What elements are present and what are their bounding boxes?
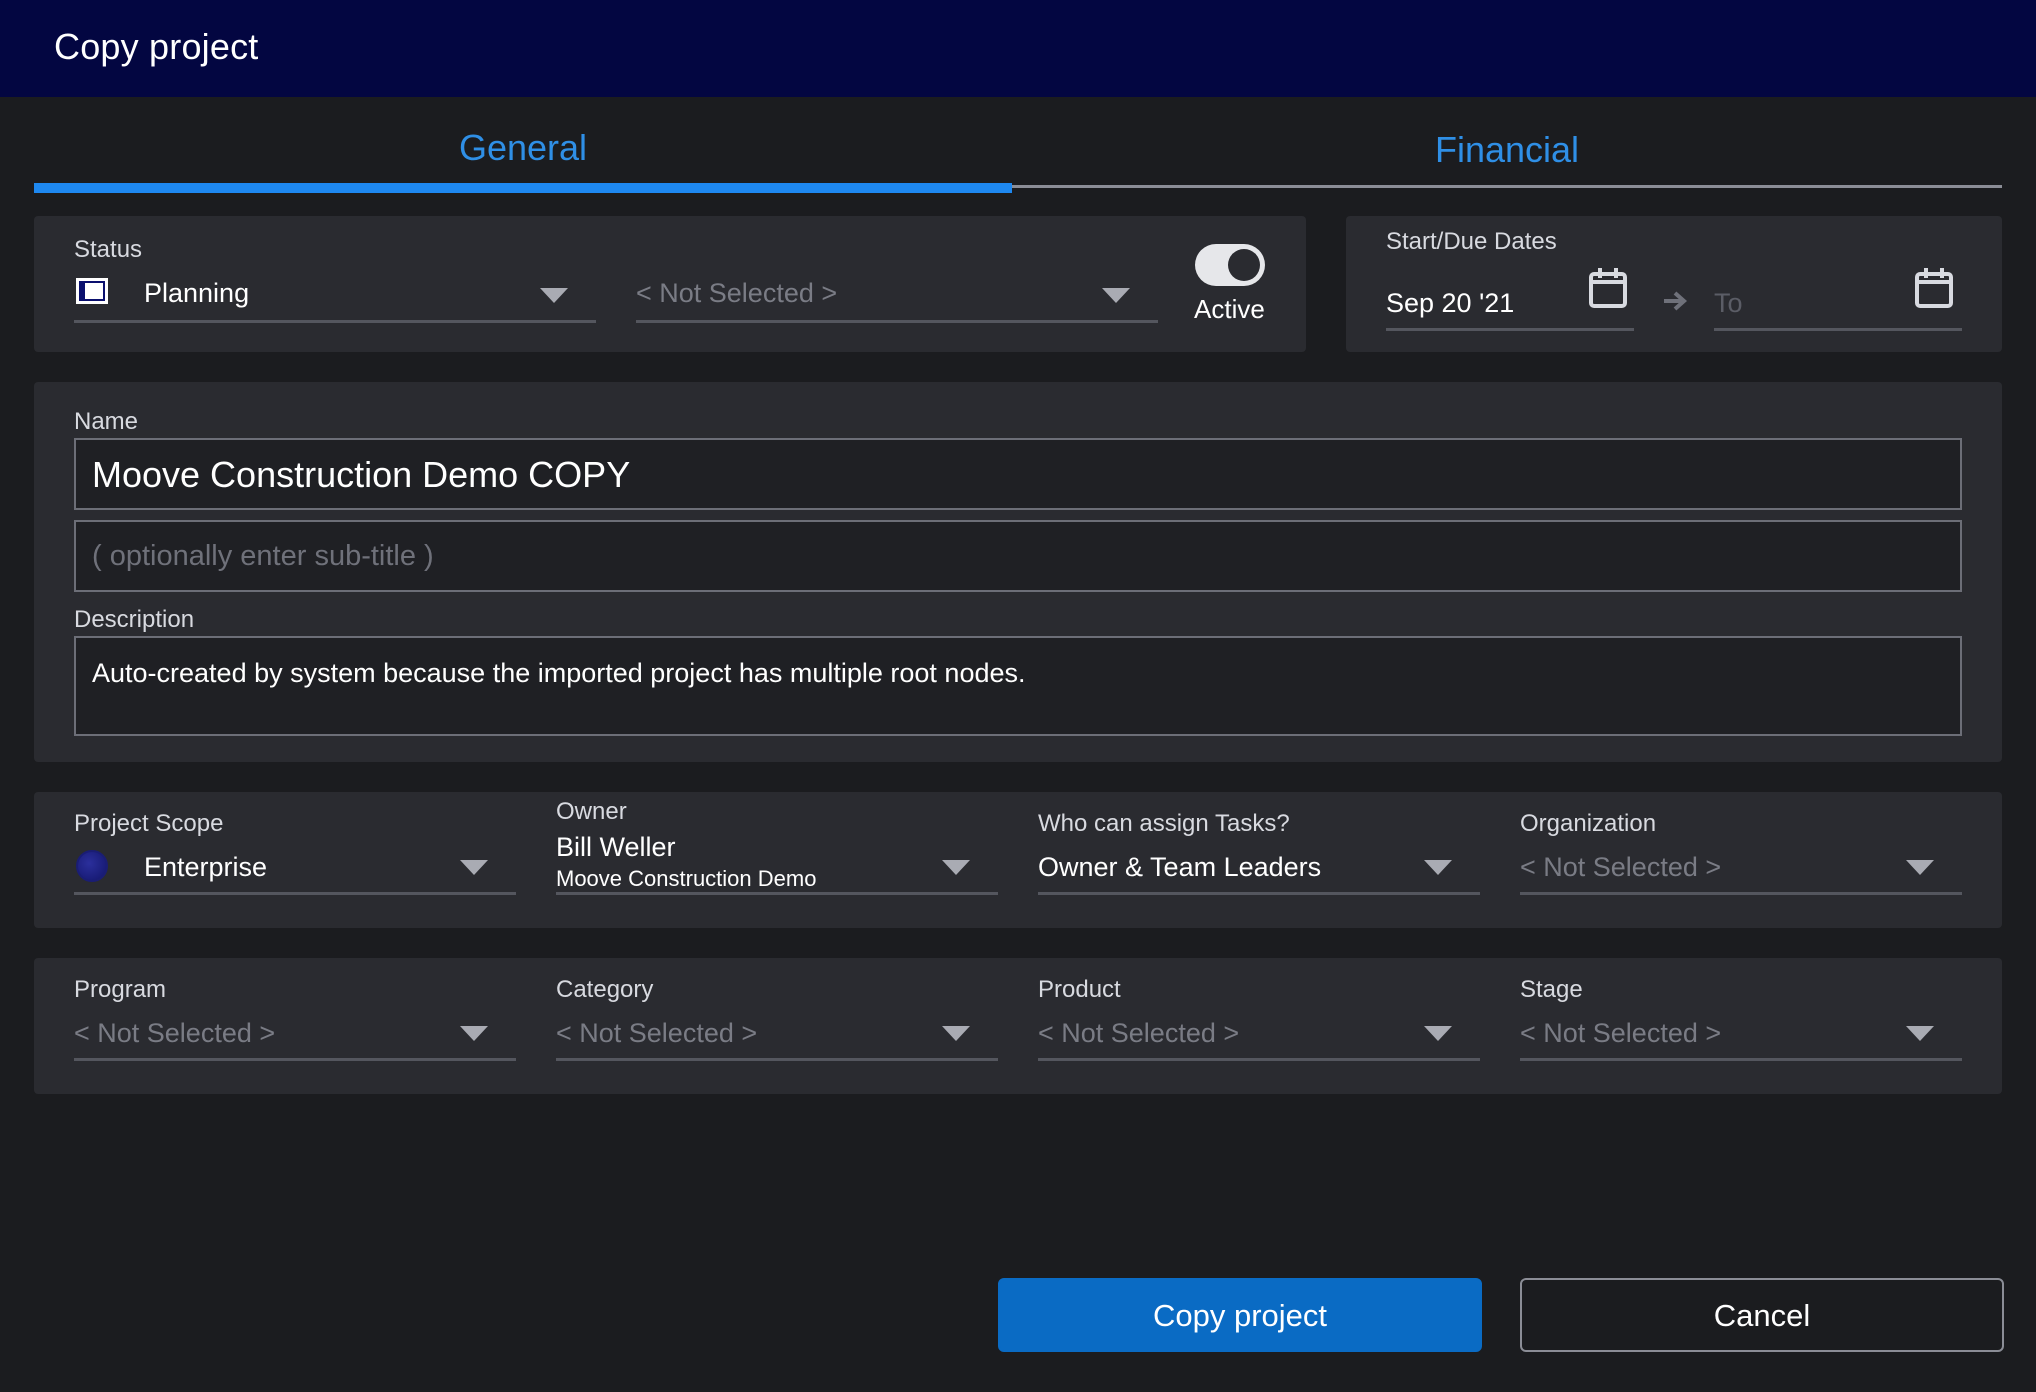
product-placeholder: < Not Selected > [1038, 1018, 1240, 1048]
status-secondary-chevron-down-icon [1102, 288, 1130, 303]
stage-underline [1520, 1058, 1962, 1061]
program-underline [74, 1058, 516, 1061]
organization-chevron-down-icon [1906, 860, 1934, 875]
subtitle-input[interactable]: ( optionally enter sub-title ) [74, 520, 1962, 592]
assign-tasks-select[interactable]: Owner & Team Leaders [1038, 846, 1480, 896]
product-underline [1038, 1058, 1480, 1061]
organization-label: Organization [1520, 810, 1657, 837]
classification-panel: Program < Not Selected > Category < Not … [34, 958, 2002, 1094]
due-date-underline [1714, 328, 1962, 331]
tab-financial[interactable]: Financial [1012, 115, 2002, 193]
program-select[interactable]: < Not Selected > [74, 1012, 516, 1062]
assign-tasks-underline [1038, 892, 1480, 895]
owner-name: Bill Weller [556, 832, 676, 862]
owner-select[interactable]: Bill Weller Moove Construction Demo [556, 832, 998, 896]
active-toggle[interactable] [1195, 244, 1265, 286]
name-input[interactable]: Moove Construction Demo COPY [74, 438, 1962, 510]
details-panel: Name Moove Construction Demo COPY ( opti… [34, 382, 2002, 762]
category-select[interactable]: < Not Selected > [556, 1012, 998, 1062]
status-value: Planning [144, 278, 250, 308]
description-label: Description [74, 606, 195, 633]
status-chevron-down-icon [540, 288, 568, 303]
start-date-underline [1386, 328, 1634, 331]
dates-label: Start/Due Dates [1386, 228, 1557, 255]
project-scope-value: Enterprise [144, 852, 268, 882]
dates-panel: Start/Due Dates Sep 20 '21 To [1346, 216, 2002, 352]
category-placeholder: < Not Selected > [556, 1018, 758, 1048]
category-label: Category [556, 976, 654, 1003]
project-scope-chevron-down-icon [460, 860, 488, 875]
stage-label: Stage [1520, 976, 1583, 1003]
product-select[interactable]: < Not Selected > [1038, 1012, 1480, 1062]
organization-underline [1520, 892, 1962, 895]
active-label: Active [1194, 294, 1265, 324]
globe-icon [76, 850, 108, 882]
cancel-button[interactable]: Cancel [1520, 1278, 2004, 1352]
start-date-field[interactable]: Sep 20 '21 [1386, 266, 1634, 332]
status-underline [74, 320, 596, 323]
organization-placeholder: < Not Selected > [1520, 852, 1722, 882]
assign-tasks-value: Owner & Team Leaders [1038, 852, 1322, 882]
start-calendar-icon[interactable] [1588, 266, 1628, 310]
organization-select[interactable]: < Not Selected > [1520, 846, 1962, 896]
category-chevron-down-icon [942, 1026, 970, 1041]
active-toggle-knob [1228, 249, 1260, 281]
status-label: Status [74, 236, 143, 263]
due-date-field[interactable]: To [1714, 266, 1962, 332]
tab-general-label: General [458, 127, 588, 168]
arrow-right-icon [1664, 291, 1688, 311]
status-panel: Status Planning < Not Selected > Active [34, 216, 1306, 352]
planning-status-icon [76, 278, 108, 304]
product-chevron-down-icon [1424, 1026, 1452, 1041]
assign-tasks-label: Who can assign Tasks? [1038, 810, 1290, 837]
program-label: Program [74, 976, 167, 1003]
dialog-title: Copy project [54, 26, 259, 67]
subtitle-placeholder: ( optionally enter sub-title ) [92, 540, 434, 572]
status-select[interactable]: Planning [74, 272, 596, 328]
copy-project-button[interactable]: Copy project [998, 1278, 1482, 1352]
ownership-panel: Project Scope Enterprise Owner Bill Well… [34, 792, 2002, 928]
status-secondary-select[interactable]: < Not Selected > [636, 272, 1158, 328]
tab-general[interactable]: General [34, 115, 1012, 193]
name-label: Name [74, 408, 139, 435]
owner-organization: Moove Construction Demo [556, 866, 817, 891]
tab-financial-label: Financial [1434, 129, 1580, 170]
tab-bar: General Financial [34, 115, 2002, 193]
owner-label: Owner [556, 798, 627, 825]
category-underline [556, 1058, 998, 1061]
project-scope-select[interactable]: Enterprise [74, 846, 516, 896]
status-secondary-underline [636, 320, 1158, 323]
owner-underline [556, 892, 998, 895]
stage-chevron-down-icon [1906, 1026, 1934, 1041]
due-date-placeholder: To [1714, 288, 1743, 318]
due-calendar-icon[interactable] [1914, 266, 1954, 310]
name-value: Moove Construction Demo COPY [92, 454, 631, 495]
description-value: Auto-created by system because the impor… [92, 658, 1026, 688]
product-label: Product [1038, 976, 1121, 1003]
start-date-value: Sep 20 '21 [1386, 288, 1515, 318]
stage-select[interactable]: < Not Selected > [1520, 1012, 1962, 1062]
dialog-titlebar: Copy project [0, 0, 2036, 97]
status-secondary-placeholder: < Not Selected > [636, 278, 838, 308]
program-placeholder: < Not Selected > [74, 1018, 276, 1048]
stage-placeholder: < Not Selected > [1520, 1018, 1722, 1048]
description-textarea[interactable]: Auto-created by system because the impor… [74, 636, 1962, 736]
project-scope-underline [74, 892, 516, 895]
assign-tasks-chevron-down-icon [1424, 860, 1452, 875]
project-scope-label: Project Scope [74, 810, 224, 837]
owner-chevron-down-icon [942, 860, 970, 875]
program-chevron-down-icon [460, 1026, 488, 1041]
